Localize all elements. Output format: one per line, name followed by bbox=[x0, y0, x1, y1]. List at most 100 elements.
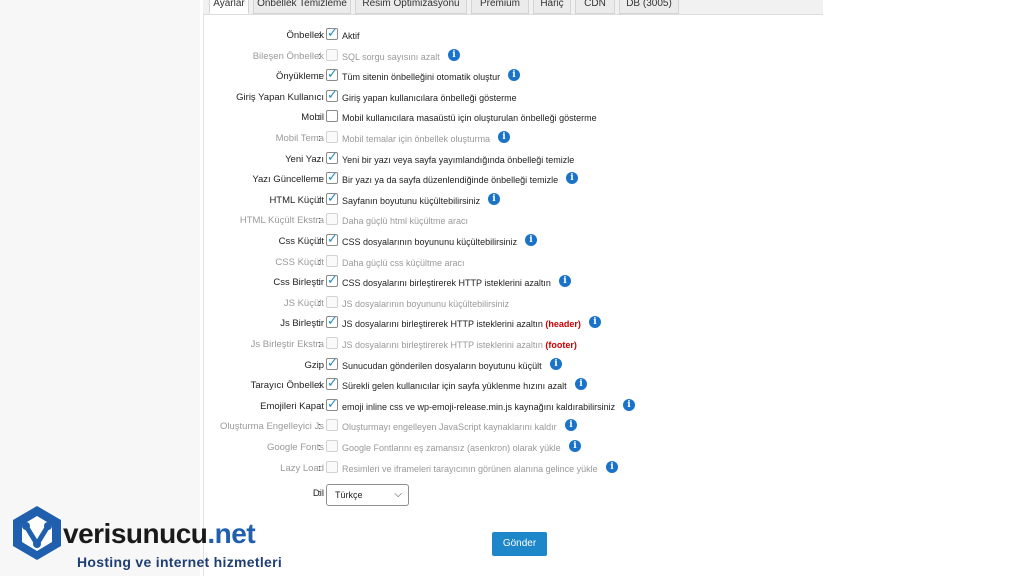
setting-description: CSS dosyalarını birleştirerek HTTP istek… bbox=[342, 273, 551, 293]
logo-wordmark: verisunucu.net bbox=[63, 518, 256, 549]
info-icon[interactable]: i bbox=[566, 172, 578, 185]
info-icon[interactable]: i bbox=[565, 419, 577, 432]
setting-checkbox[interactable]: ✓ bbox=[326, 148, 338, 164]
tab-premium[interactable]: Premium bbox=[471, 0, 529, 14]
setting-row: Js Birleştir Ekstra: JS dosyalarını birle… bbox=[203, 335, 823, 355]
label-colon: : bbox=[318, 400, 321, 412]
setting-checkbox[interactable] bbox=[326, 48, 338, 61]
info-icon[interactable]: i bbox=[550, 357, 562, 370]
setting-description-text: SQL sorgu sayısını azalt bbox=[342, 51, 440, 62]
setting-suffix-tag: (header) bbox=[545, 319, 581, 330]
setting-checkbox[interactable]: ✓ bbox=[326, 395, 338, 411]
setting-row: CSS Küçült: Daha güçlü css küçültme aracı bbox=[203, 253, 823, 273]
label-colon: : bbox=[318, 380, 321, 392]
submit-button[interactable]: Gönder bbox=[492, 532, 547, 556]
setting-checkbox[interactable] bbox=[326, 419, 338, 432]
setting-label: Google Fonts bbox=[266, 442, 324, 453]
setting-label: Js Birleştir Ekstra bbox=[250, 339, 324, 350]
setting-row: Mobil: Mobil kullanıcılara masaüstü için … bbox=[203, 108, 823, 128]
setting-description-text: Resimleri ve iframeleri tarayıcının görü… bbox=[342, 463, 598, 474]
setting-description-text: Sürekli gelen kullanıcılar için sayfa yü… bbox=[342, 381, 567, 392]
info-icon[interactable]: i bbox=[498, 131, 510, 143]
setting-row: Yazı Güncelleme: ✓ Bir yazı ya da sayfa dü… bbox=[203, 169, 823, 190]
info-icon[interactable]: i bbox=[575, 378, 587, 391]
setting-checkbox[interactable]: ✓ bbox=[326, 25, 338, 40]
setting-label: Önyükleme bbox=[275, 71, 324, 83]
setting-checkbox[interactable] bbox=[326, 460, 338, 473]
tab-db[interactable]: DB (3005) bbox=[619, 0, 679, 14]
setting-description-text: Yeni bir yazı veya sayfa yayımlandığında… bbox=[342, 154, 575, 165]
label-colon: : bbox=[318, 462, 321, 474]
setting-row: Önbellek: ✓ Aktif bbox=[203, 25, 823, 46]
setting-checkbox[interactable]: ✓ bbox=[326, 231, 338, 246]
setting-description: SQL sorgu sayısını azalt bbox=[342, 47, 440, 67]
setting-label: Css Birleştir bbox=[273, 277, 324, 289]
setting-description: Resimleri ve iframeleri tarayıcının görü… bbox=[342, 459, 598, 479]
setting-checkbox[interactable]: ✓ bbox=[326, 354, 338, 370]
setting-checkbox[interactable]: ✓ bbox=[326, 313, 338, 329]
setting-checkbox[interactable] bbox=[326, 213, 338, 226]
checkmark-icon: ✓ bbox=[327, 148, 338, 164]
setting-row: HTML Küçült: ✓ Sayfanın boyutunu küçültebi… bbox=[203, 190, 823, 211]
info-icon[interactable]: i bbox=[508, 69, 520, 82]
setting-row: Css Küçült: ✓ CSS dosyalarının boyununu kü… bbox=[203, 231, 823, 252]
setting-description-text: CSS dosyalarını birleştirerek HTTP istek… bbox=[342, 278, 551, 289]
label-colon: : bbox=[318, 50, 321, 62]
setting-label: Emojileri Kapat bbox=[260, 400, 324, 412]
setting-description-text: emoji inline css ve wp-emoji-release.min… bbox=[342, 401, 616, 412]
tab-ayarlar[interactable]: Ayarlar bbox=[209, 0, 249, 14]
setting-description-text: Oluşturmayı engelleyen JavaScript kaynak… bbox=[342, 422, 557, 433]
setting-checkbox[interactable]: ✓ bbox=[326, 87, 338, 102]
tab-haric[interactable]: Hariç bbox=[533, 0, 571, 14]
setting-label: Tarayıcı Önbellek bbox=[250, 380, 324, 392]
setting-label: HTML Küçült bbox=[269, 194, 324, 206]
checkmark-icon: ✓ bbox=[327, 395, 338, 411]
setting-description-text: Giriş yapan kullanıcılara önbelleği göst… bbox=[342, 92, 517, 103]
setting-label: Giriş Yapan Kullanıcı bbox=[236, 91, 324, 103]
left-background-strip bbox=[0, 0, 200, 576]
tab-onbellek-temizleme[interactable]: Önbellek Temizleme bbox=[253, 0, 351, 14]
tab-cdn[interactable]: CDN bbox=[575, 0, 615, 14]
label-colon: : bbox=[318, 71, 321, 83]
label-colon: : bbox=[318, 174, 321, 186]
setting-checkbox[interactable] bbox=[326, 337, 338, 349]
info-icon[interactable]: i bbox=[569, 440, 581, 452]
info-icon[interactable]: i bbox=[589, 316, 601, 329]
info-icon[interactable]: i bbox=[623, 398, 635, 411]
setting-checkbox[interactable] bbox=[326, 440, 338, 452]
setting-row: Emojileri Kapat: ✓ emoji inline css ve wp-… bbox=[203, 395, 823, 417]
setting-checkbox[interactable]: ✓ bbox=[326, 272, 338, 288]
checkmark-icon: ✓ bbox=[327, 231, 338, 246]
info-icon[interactable]: i bbox=[488, 192, 500, 205]
setting-checkbox[interactable]: ✓ bbox=[326, 190, 338, 205]
setting-checkbox[interactable] bbox=[326, 254, 338, 267]
info-icon[interactable]: i bbox=[559, 275, 571, 288]
setting-checkbox[interactable] bbox=[326, 295, 338, 308]
setting-description: Sürekli gelen kullanıcılar için sayfa yü… bbox=[342, 376, 567, 396]
setting-checkbox[interactable]: ✓ bbox=[326, 169, 338, 185]
setting-description: JS dosyalarının boyununu küçültebilirsin… bbox=[342, 294, 509, 314]
setting-description: Mobil temalar için önbellek oluşturma bbox=[342, 129, 490, 149]
label-colon: : bbox=[318, 133, 321, 144]
setting-checkbox[interactable] bbox=[326, 131, 338, 143]
info-icon[interactable]: i bbox=[448, 48, 460, 61]
info-icon[interactable]: i bbox=[525, 234, 537, 246]
setting-row: Yeni Yazı: ✓ Yeni bir yazı veya sayfa yayı… bbox=[203, 148, 823, 170]
setting-row: Mobil Tema: Mobil temalar için önbellek o… bbox=[203, 129, 823, 149]
checkmark-icon: ✓ bbox=[327, 354, 338, 370]
language-select[interactable]: Türkçe ⌵ bbox=[326, 484, 409, 506]
setting-description: emoji inline css ve wp-emoji-release.min… bbox=[342, 397, 615, 417]
setting-checkbox[interactable]: ✓ bbox=[326, 375, 338, 391]
info-icon[interactable]: i bbox=[606, 460, 618, 473]
setting-checkbox[interactable] bbox=[326, 110, 338, 123]
setting-description: Bir yazı ya da sayfa düzenlendiğinde önb… bbox=[342, 170, 558, 190]
checkmark-icon: ✓ bbox=[327, 25, 338, 40]
setting-description-text: JS dosyalarının boyununu küçültebilirsin… bbox=[342, 298, 510, 309]
tab-resim-optimizasyonu[interactable]: Resim Optimizasyonu bbox=[355, 0, 467, 14]
setting-row: Gzip: ✓ Sunucudan gönderilen dosyaların bo… bbox=[203, 354, 823, 376]
label-colon: : bbox=[318, 359, 321, 371]
label-colon: : bbox=[318, 256, 321, 268]
setting-description: Aktif bbox=[342, 26, 360, 46]
setting-row: JS Küçült: JS dosyalarının boyununu küçül… bbox=[203, 294, 823, 314]
setting-checkbox[interactable]: ✓ bbox=[326, 66, 338, 82]
